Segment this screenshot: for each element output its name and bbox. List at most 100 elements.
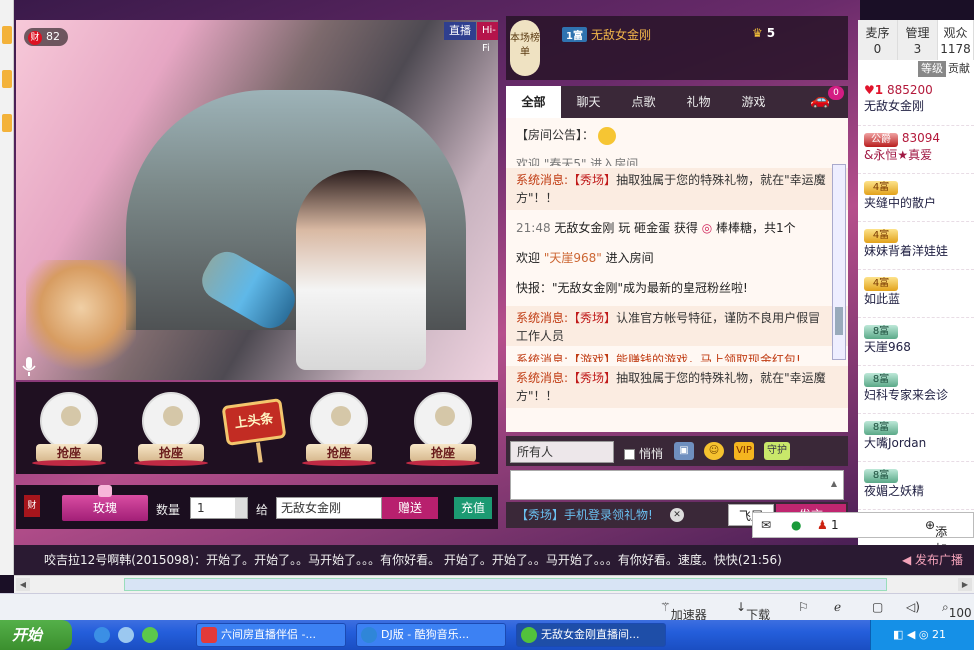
audience-row[interactable]: 8富 夜媚之妖精 xyxy=(858,462,974,510)
welcome-name[interactable]: "天崖968" xyxy=(544,251,602,265)
system-tag: 【秀场】 xyxy=(568,311,617,325)
fortune-icon[interactable]: 财 xyxy=(24,495,40,517)
headline-button[interactable]: 上头条 xyxy=(221,398,287,446)
audience-row[interactable]: 4富 如此蓝 xyxy=(858,270,974,318)
audience-row[interactable]: 8富 大嘴Jordan xyxy=(858,414,974,462)
sort-level[interactable]: 等级 xyxy=(918,61,946,77)
clock[interactable]: 21 xyxy=(932,628,946,641)
user-level: 4富 xyxy=(864,181,898,195)
volume-icon[interactable]: ◁) xyxy=(906,600,920,614)
message-user[interactable]: 无敌女金刚 xyxy=(554,221,614,235)
side-icon[interactable] xyxy=(2,114,12,132)
tab-all[interactable]: 全部 xyxy=(506,86,561,118)
tab-admin[interactable]: 管理 3 xyxy=(898,20,938,60)
user-name: 妹妹背着洋娃娃 xyxy=(864,244,949,258)
tab-gift[interactable]: 礼物 xyxy=(671,86,726,118)
flag-icon[interactable]: ⚐ xyxy=(798,600,809,614)
gift-selector[interactable]: 玫瑰 xyxy=(62,485,148,521)
scroll-thumb[interactable] xyxy=(124,578,887,591)
chat-target-select[interactable]: 所有人 xyxy=(510,441,614,463)
mail-icon[interactable]: ✉ xyxy=(761,518,771,532)
microphone-icon[interactable] xyxy=(20,356,38,378)
welcome-message: 欢迎 "天崖968" 进入房间 xyxy=(506,246,848,270)
taskbar-item[interactable]: 六间房直播伴侣 -... xyxy=(196,623,346,647)
seat-3[interactable]: 抢座 xyxy=(302,392,376,466)
tab-game[interactable]: 游戏 xyxy=(726,86,781,118)
start-button[interactable]: 开始 xyxy=(0,620,72,650)
app-quicklaunch-icon[interactable] xyxy=(118,627,134,643)
user-name: 大嘴Jordan xyxy=(864,436,927,450)
quantity-spinner[interactable] xyxy=(235,498,247,518)
guard-icon[interactable]: 守护 xyxy=(764,442,790,460)
notification-bar: ✉ ● ♟ 1 ⊕ 添加 xyxy=(752,512,974,556)
audience-row[interactable]: 4富 妹妹背着洋娃娃 xyxy=(858,222,974,270)
send-gift-button[interactable]: 赠送 xyxy=(382,497,438,519)
audience-row[interactable]: 8富 天崖968 xyxy=(858,318,974,366)
notice-label: 【房间公告】： xyxy=(516,128,595,142)
user-icon[interactable]: ♟ xyxy=(817,518,828,532)
system-tray: ◧ ◀ ◎ 21 xyxy=(870,620,974,650)
gift-bar: 财 玫瑰 数量 1 给 无敌女金刚 赠送 充值 xyxy=(16,485,498,529)
hifi-tag[interactable]: Hi-Fi xyxy=(477,22,498,54)
user-level: 8富 xyxy=(864,325,898,339)
app-icon xyxy=(521,627,537,643)
side-icon[interactable] xyxy=(2,26,12,44)
user-name: 无敌女金刚 xyxy=(864,99,925,113)
emoji-icon[interactable]: ☺ xyxy=(704,442,724,460)
flash-message: 快报："无敌女金刚"成为最新的皇冠粉丝啦! xyxy=(516,281,748,295)
crown-count: 5 xyxy=(752,26,775,40)
tab-audience[interactable]: 观众 1178 xyxy=(938,20,974,60)
publish-broadcast-button[interactable]: ◀ 发布广播 xyxy=(894,545,974,575)
vip-icon[interactable]: VIP xyxy=(734,442,754,460)
download-button[interactable]: ↓ 下载 xyxy=(736,600,770,622)
seat-4[interactable]: 抢座 xyxy=(406,392,480,466)
task-label: 无敌女金刚直播间... xyxy=(541,628,640,641)
chat-scrollbar[interactable] xyxy=(832,164,846,360)
window-icon[interactable]: ▢ xyxy=(872,600,883,614)
chat-input[interactable] xyxy=(510,470,844,500)
add-button[interactable]: ⊕ 添加 xyxy=(925,518,947,556)
accelerator-button[interactable]: ⚚ 加速器 xyxy=(660,600,707,622)
seat-1[interactable]: 抢座 xyxy=(32,392,106,466)
audience-row[interactable]: 公爵 83094 &永恒★真爱 xyxy=(858,126,974,174)
ie-quicklaunch-icon[interactable] xyxy=(94,627,110,643)
taskbar-item[interactable]: 无敌女金刚直播间... xyxy=(516,623,666,647)
scroll-right-icon[interactable]: ▶ xyxy=(958,578,972,591)
recipient-select[interactable]: 无敌女金刚 xyxy=(276,497,382,519)
audience-row[interactable]: 8富 妇科专家来会诊 xyxy=(858,366,974,414)
horizontal-scrollbar[interactable]: ◀ ▶ xyxy=(14,575,974,593)
message-text: 玩 砸金蛋 获得 xyxy=(618,221,698,235)
scroll-thumb[interactable] xyxy=(835,307,843,335)
rank-list-badge[interactable]: 本场榜单 xyxy=(510,20,540,76)
audience-row[interactable]: ♥1 885200 无敌女金刚 xyxy=(858,78,974,126)
promo-link[interactable]: 【秀场】手机登录领礼物! xyxy=(516,508,653,522)
ie-icon[interactable]: ℯ xyxy=(834,600,841,614)
zoom-control[interactable]: ⌕ 100 xyxy=(942,600,972,620)
scroll-left-icon[interactable]: ◀ xyxy=(16,578,30,591)
check-icon[interactable]: ● xyxy=(791,518,801,532)
sort-contribution[interactable]: 贡献 xyxy=(948,62,970,75)
tab-queue[interactable]: 麦序 0 xyxy=(858,20,898,60)
quantity-input[interactable]: 1 xyxy=(190,497,248,519)
user-name: 天崖968 xyxy=(864,340,911,354)
close-icon[interactable]: ✕ xyxy=(670,508,684,522)
smiley-icon xyxy=(598,126,617,145)
tab-chat[interactable]: 聊天 xyxy=(561,86,616,118)
side-icon[interactable] xyxy=(2,70,12,88)
seat-avatar xyxy=(414,392,472,450)
seat-avatar xyxy=(40,392,98,450)
audience-row[interactable]: 4富 夹缝中的散户 xyxy=(858,174,974,222)
taskbar-item[interactable]: DJ版 - 酷狗音乐... xyxy=(356,623,506,647)
car-icon[interactable]: 🚗 0 xyxy=(798,86,844,114)
seat-avatar xyxy=(142,392,200,450)
tab-song[interactable]: 点歌 xyxy=(616,86,671,118)
seat-2[interactable]: 抢座 xyxy=(134,392,208,466)
top-contributor[interactable]: 1富 无敌女金刚 xyxy=(562,26,651,43)
tray-icons[interactable]: ◧ ◀ ◎ xyxy=(893,628,928,641)
checkbox-box[interactable] xyxy=(624,449,635,460)
recharge-button[interactable]: 充值 xyxy=(454,497,492,519)
image-icon[interactable]: ▣ xyxy=(674,442,694,460)
whisper-checkbox[interactable]: 悄悄 xyxy=(624,445,663,462)
browser-quicklaunch-icon[interactable] xyxy=(142,627,158,643)
live-video[interactable]: 财 82 直播 Hi-Fi xyxy=(16,20,498,380)
